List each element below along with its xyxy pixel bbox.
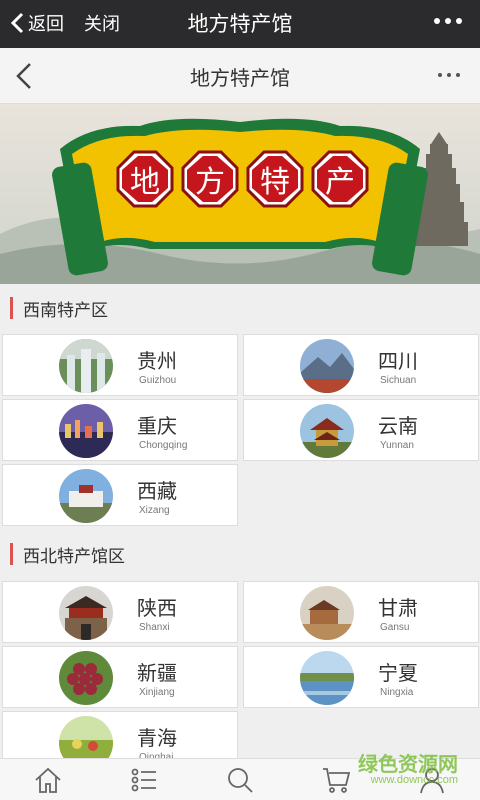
region-pinyin: Yunnan <box>380 440 414 451</box>
region-pinyin: Ningxia <box>380 687 414 698</box>
region-name: 陕西 <box>137 596 177 620</box>
list-icon <box>131 768 156 791</box>
page-header: 地方特产馆 <box>0 48 480 104</box>
region-name: 云南 <box>378 414 418 438</box>
tab-user[interactable] <box>412 762 452 798</box>
region-pinyin: Chongqing <box>139 440 188 451</box>
region-card-xinjiang[interactable]: 新疆 Xinjiang <box>2 646 238 708</box>
region-pinyin: Sichuan <box>380 375 417 386</box>
waterfall-photo-icon <box>59 339 113 393</box>
section-title-label: 西南特产区 <box>23 300 108 321</box>
section-title-northwest: 西北特产馆区 <box>0 530 480 578</box>
banner-char: 地 <box>130 165 160 200</box>
region-card-ningxia[interactable]: 宁夏 Ningxia <box>243 646 479 708</box>
banner-char: 特 <box>260 165 290 200</box>
section-title-label: 西北特产馆区 <box>23 546 125 567</box>
region-card-shanxi[interactable]: 陕西 Shanxi <box>2 581 238 643</box>
banner-char: 产 <box>325 165 355 200</box>
search-icon <box>228 767 253 793</box>
region-pinyin: Xinjiang <box>139 687 175 698</box>
city-gate-photo-icon <box>59 586 113 640</box>
region-pinyin: Xizang <box>139 505 170 516</box>
tab-cart[interactable] <box>316 762 356 798</box>
page-more-button[interactable] <box>438 73 460 77</box>
region-name: 甘肃 <box>378 596 418 620</box>
region-pinyin: Gansu <box>380 622 410 633</box>
banner-char: 方 <box>195 165 225 200</box>
region-card-xizang[interactable]: 西藏 Xizang <box>2 464 238 526</box>
grapes-photo-icon <box>59 651 113 705</box>
tab-search[interactable] <box>220 762 260 798</box>
section-accent-bar <box>10 297 13 319</box>
region-card-guizhou[interactable]: 贵州 Guizhou <box>2 334 238 396</box>
more-menu-button[interactable] <box>434 18 462 24</box>
region-card-gansu[interactable]: 甘肃 Gansu <box>243 581 479 643</box>
bottom-tab-bar <box>0 758 480 800</box>
region-name: 新疆 <box>137 661 177 685</box>
tab-home[interactable] <box>28 762 68 798</box>
region-name: 四川 <box>378 349 418 373</box>
page-title: 地方特产馆 <box>190 66 290 90</box>
region-name: 青海 <box>137 726 177 750</box>
more-dots-icon <box>434 18 440 24</box>
mountain-lake-photo-icon <box>300 339 354 393</box>
city-night-photo-icon <box>59 404 113 458</box>
region-name: 西藏 <box>137 479 177 503</box>
tab-list[interactable] <box>124 762 164 798</box>
user-icon <box>420 767 444 793</box>
region-card-yunnan[interactable]: 云南 Yunnan <box>243 399 479 461</box>
cart-icon <box>323 767 351 793</box>
home-icon <box>35 767 61 793</box>
region-name: 贵州 <box>137 349 177 373</box>
section-accent-bar <box>10 543 13 565</box>
section-title-southwest: 西南特产区 <box>0 284 480 332</box>
wetland-photo-icon <box>300 651 354 705</box>
region-name: 宁夏 <box>378 661 418 685</box>
region-card-chongqing[interactable]: 重庆 Chongqing <box>2 399 238 461</box>
region-name: 重庆 <box>137 414 177 438</box>
wechat-top-bar: 返回 关闭 地方特产馆 <box>0 0 480 48</box>
potala-palace-photo-icon <box>59 469 113 523</box>
pagoda-photo-icon <box>300 404 354 458</box>
fortress-photo-icon <box>300 586 354 640</box>
banner-artwork: 地 方 特 产 <box>0 104 480 284</box>
window-title: 地方特产馆 <box>187 12 293 36</box>
region-pinyin: Guizhou <box>139 375 177 386</box>
banner-image[interactable]: 地 方 特 产 <box>0 104 480 284</box>
page-more-icon <box>438 73 442 77</box>
region-pinyin: Shanxi <box>139 622 170 633</box>
region-card-sichuan[interactable]: 四川 Sichuan <box>243 334 479 396</box>
